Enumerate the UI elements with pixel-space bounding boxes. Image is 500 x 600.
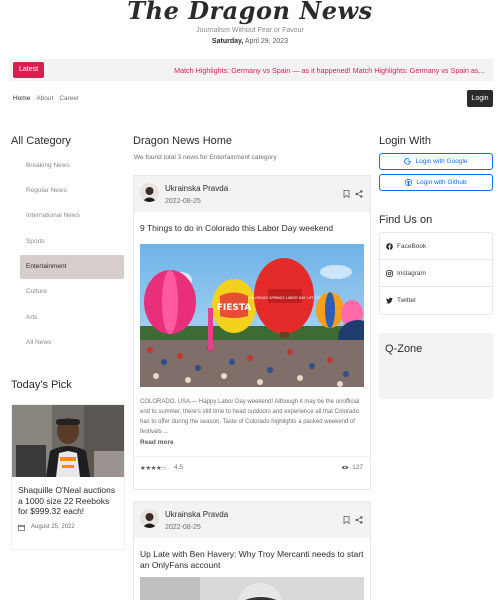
category-item[interactable]: Culture bbox=[20, 280, 124, 304]
instagram-link[interactable]: Instagram bbox=[380, 260, 492, 287]
author-name: Ukrainska Pravda bbox=[165, 184, 229, 193]
pick-image bbox=[12, 405, 124, 477]
author-avatar bbox=[140, 183, 159, 202]
news-count-text: We found total 3 news for Entertainment … bbox=[134, 154, 277, 161]
news-image bbox=[140, 577, 364, 600]
card-header: Ukrainska Pravda 2022-08-25 bbox=[134, 502, 370, 538]
eye-icon bbox=[341, 465, 349, 470]
instagram-label: Instagram bbox=[397, 269, 426, 277]
card-actions bbox=[343, 190, 363, 198]
github-icon bbox=[405, 179, 413, 186]
todays-pick-card[interactable]: Shaquille O'Neal auctions a 1000 size 22… bbox=[11, 404, 125, 550]
category-item[interactable]: Sports bbox=[20, 230, 124, 254]
breaking-news-ticker: Latest Match Highlights: Germany vs Spai… bbox=[10, 59, 493, 81]
google-icon bbox=[404, 158, 412, 165]
site-tagline: Journalism Without Fear or Favour bbox=[196, 27, 304, 34]
facebook-link[interactable]: FaceBook bbox=[380, 233, 492, 260]
current-date: Saturday, April 29, 2023 bbox=[0, 38, 500, 45]
nav-home[interactable]: Home bbox=[13, 95, 30, 102]
publish-date: 2022-08-25 bbox=[165, 198, 201, 205]
twitter-link[interactable]: Twitter bbox=[380, 287, 492, 314]
category-item-active[interactable]: Entertainment bbox=[20, 255, 124, 279]
nav-links: Home About Career bbox=[13, 95, 79, 102]
rating-value: 4.5 bbox=[174, 464, 184, 471]
card-header: Ukrainska Pravda 2022-08-25 bbox=[134, 176, 370, 212]
login-google-button[interactable]: Login with Google bbox=[379, 153, 493, 170]
news-image-balloons: FIESTA COLORADO SPRINGS LABOR DAY LIFT O… bbox=[140, 244, 364, 387]
author-name: Ukrainska Pravda bbox=[165, 510, 229, 519]
news-excerpt: COLORADO, USA — Happy Labor Day weekend!… bbox=[140, 399, 360, 435]
current-date-value: April 29, 2023 bbox=[244, 38, 289, 45]
bookmark-icon[interactable] bbox=[343, 516, 350, 524]
category-heading: All Category bbox=[11, 135, 71, 147]
facebook-label: FaceBook bbox=[397, 242, 427, 250]
category-item[interactable]: Arts bbox=[20, 306, 124, 330]
publish-date: 2022-08-25 bbox=[165, 524, 201, 531]
pick-date-row: August 25, 2022 bbox=[18, 524, 124, 531]
login-button[interactable]: Login bbox=[467, 90, 493, 107]
facebook-icon bbox=[386, 242, 393, 250]
q-zone-heading: Q-Zone bbox=[385, 343, 423, 355]
views-count: 127 bbox=[341, 464, 363, 471]
site-logo[interactable]: The Dragon News bbox=[0, 0, 500, 24]
main-heading: Dragon News Home bbox=[133, 135, 233, 147]
pick-headline[interactable]: Shaquille O'Neal auctions a 1000 size 22… bbox=[18, 485, 118, 517]
bookmark-icon[interactable] bbox=[343, 190, 350, 198]
masthead: The Dragon News Journalism Without Fear … bbox=[0, 0, 500, 45]
main-navbar: Home About Career Login bbox=[13, 90, 493, 108]
author-avatar bbox=[140, 509, 159, 528]
latest-button[interactable]: Latest bbox=[13, 62, 45, 78]
news-card[interactable]: Ukrainska Pravda 2022-08-25 9 Things to … bbox=[133, 175, 371, 490]
twitter-label: Twitter bbox=[397, 297, 417, 304]
news-title[interactable]: Up Late with Ben Havery: Why Troy Mercan… bbox=[140, 549, 364, 571]
login-github-button[interactable]: Login with Github bbox=[379, 174, 493, 191]
ticker-marquee[interactable]: Match Highlights: Germany vs Spain — as … bbox=[174, 66, 484, 75]
share-icon[interactable] bbox=[355, 516, 363, 524]
category-item[interactable]: International News bbox=[20, 204, 124, 228]
current-day: Saturday, bbox=[211, 38, 244, 45]
category-item[interactable]: Breaking News bbox=[20, 154, 124, 178]
social-links-box: FaceBook Instagram Twitter bbox=[379, 232, 493, 315]
card-footer: ★★★★☆ 4.5 127 bbox=[134, 456, 370, 478]
todays-pick-heading: Today's Pick bbox=[11, 379, 72, 391]
balloon-text-fiesta: FIESTA bbox=[217, 303, 252, 313]
category-item[interactable]: Regular News bbox=[20, 179, 124, 203]
login-google-label: Login with Google bbox=[415, 158, 468, 165]
share-icon[interactable] bbox=[355, 190, 363, 198]
nav-about[interactable]: About bbox=[36, 95, 53, 102]
find-us-heading: Find Us on bbox=[379, 214, 433, 226]
pick-date: August 25, 2022 bbox=[31, 524, 75, 530]
card-actions bbox=[343, 516, 363, 524]
login-with-heading: Login With bbox=[379, 135, 431, 147]
balloon-text-colorado: COLORADO SPRINGS LABOR DAY LIFT OFF bbox=[248, 296, 322, 300]
category-item[interactable]: All News bbox=[20, 331, 124, 355]
views-value: 127 bbox=[352, 464, 363, 471]
news-title[interactable]: 9 Things to do in Colorado this Labor Da… bbox=[140, 223, 364, 234]
read-more-link[interactable]: Read more bbox=[140, 439, 364, 446]
nav-career[interactable]: Career bbox=[59, 95, 79, 102]
q-zone-panel: Q-Zone bbox=[379, 333, 493, 399]
instagram-icon bbox=[386, 269, 393, 277]
login-github-label: Login with Github bbox=[416, 179, 467, 186]
calendar-icon bbox=[18, 524, 25, 531]
news-card[interactable]: Ukrainska Pravda 2022-08-25 Up Late with… bbox=[133, 501, 371, 600]
twitter-icon bbox=[386, 297, 393, 304]
star-rating-icon: ★★★★☆ bbox=[140, 465, 167, 472]
